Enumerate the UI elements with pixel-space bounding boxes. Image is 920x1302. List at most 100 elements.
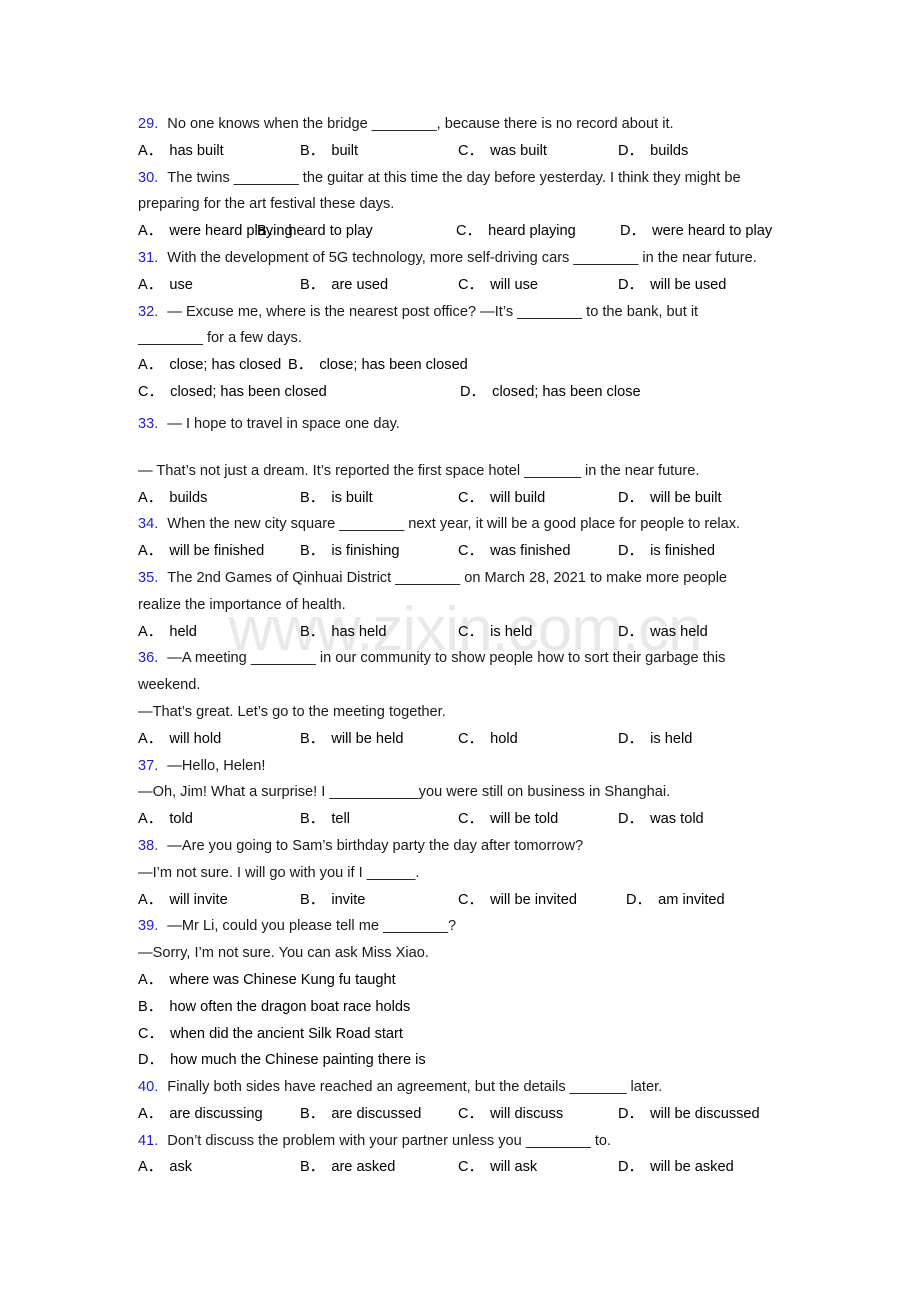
question-stem: 38. —Are you going to Sam’s birthday part… bbox=[138, 833, 798, 860]
option-a[interactable]: A． builds bbox=[138, 485, 207, 512]
question-stem-cont: realize the importance of health. bbox=[138, 596, 346, 613]
question-stem-cont2: —That’s great. Let’s go to the meeting t… bbox=[138, 703, 446, 720]
option-d[interactable]: D． am invited bbox=[626, 887, 725, 914]
option-c[interactable]: C． is held bbox=[458, 619, 532, 646]
options-row: C． when did the ancient Silk Road start bbox=[138, 1021, 798, 1048]
question-text: When the new city square ________ next y… bbox=[167, 516, 741, 533]
option-c[interactable]: C． will be told bbox=[458, 806, 558, 833]
question-stem-cont: — That’s not just a dream. It’s reported… bbox=[138, 462, 700, 479]
options-row: D． how much the Chinese painting there is bbox=[138, 1047, 798, 1074]
option-c[interactable]: C． will use bbox=[458, 272, 538, 299]
question-stem-cont: weekend. bbox=[138, 677, 201, 694]
question-text: With the development of 5G technology, m… bbox=[167, 249, 757, 266]
option-d[interactable]: D． will be asked bbox=[618, 1154, 734, 1181]
question-number: 35. bbox=[138, 569, 159, 586]
question-stem: 36. —A meeting ________ in our community … bbox=[138, 645, 798, 672]
option-d[interactable]: D． is held bbox=[618, 726, 692, 753]
option-d[interactable]: D． was held bbox=[618, 619, 708, 646]
question-stem-cont: —Oh, Jim! What a surprise! I ___________… bbox=[138, 784, 671, 801]
question-text: —Are you going to Sam’s birthday party t… bbox=[167, 837, 584, 854]
option-d[interactable]: D． was told bbox=[618, 806, 704, 833]
options-row: A． held B． has held C． is held D． was held bbox=[138, 619, 798, 646]
question-number: 39. bbox=[138, 918, 159, 935]
option-d[interactable]: D． will be discussed bbox=[618, 1101, 760, 1128]
question-number: 29. bbox=[138, 116, 159, 132]
option-a[interactable]: A． will invite bbox=[138, 887, 228, 914]
option-c[interactable]: C． will build bbox=[458, 485, 545, 512]
question-text: The twins ________ the guitar at this ti… bbox=[167, 169, 741, 186]
question-text: Don’t discuss the problem with your part… bbox=[167, 1132, 612, 1149]
option-a[interactable]: A． will hold bbox=[138, 726, 221, 753]
question-stem: 33. — I hope to travel in space one day. bbox=[138, 410, 798, 438]
option-d[interactable]: D． will be used bbox=[618, 272, 726, 299]
question-number: 32. bbox=[138, 303, 159, 320]
question-number: 37. bbox=[138, 757, 159, 774]
option-c[interactable]: C． will be invited bbox=[458, 887, 577, 914]
option-c[interactable]: C． will ask bbox=[458, 1154, 537, 1181]
question-text: — I hope to travel in space one day. bbox=[167, 415, 400, 432]
options-row: A． will be finished B． is finishing C． was … bbox=[138, 538, 798, 565]
options-row: B． how often the dragon boat race holds bbox=[138, 994, 798, 1021]
option-c[interactable]: C． will discuss bbox=[458, 1101, 563, 1128]
question-number: 30. bbox=[138, 169, 159, 186]
option-a[interactable]: A． held bbox=[138, 619, 197, 646]
question-stem: 41. Don’t discuss the problem with your p… bbox=[138, 1128, 798, 1155]
question-stem-cont: —I’m not sure. I will go with you if I _… bbox=[138, 864, 420, 881]
question-stem: 29. No one knows when the bridge ________… bbox=[138, 111, 798, 138]
option-d[interactable]: D． is finished bbox=[618, 538, 715, 565]
options-row: A． has built B． built C． was built D． builds bbox=[138, 138, 798, 165]
option-b[interactable]: B． are used bbox=[300, 272, 388, 299]
option-b[interactable]: B． how often the dragon boat race holds bbox=[138, 994, 410, 1021]
option-d[interactable]: D． how much the Chinese painting there is bbox=[138, 1047, 426, 1074]
options-row: A． use B． are used C． will use D． will be us… bbox=[138, 272, 798, 299]
option-d[interactable]: D． were heard to play bbox=[620, 218, 772, 245]
option-a[interactable]: A． are discussing bbox=[138, 1101, 263, 1128]
options-row: A． are discussing B． are discussed C． will … bbox=[138, 1101, 798, 1128]
question-stem-cont: ________ for a few days. bbox=[138, 330, 302, 347]
options-row: A． will invite B． invite C． will be invited… bbox=[138, 887, 798, 914]
option-c[interactable]: C． was built bbox=[458, 138, 547, 165]
option-a[interactable]: A． told bbox=[138, 806, 193, 833]
option-c[interactable]: C． hold bbox=[458, 726, 518, 753]
question-stem: 37. —Hello, Helen! bbox=[138, 753, 798, 780]
question-number: 38. bbox=[138, 837, 159, 854]
option-b[interactable]: B． built bbox=[300, 138, 358, 165]
options-row: A． where was Chinese Kung fu taught bbox=[138, 967, 798, 994]
option-b[interactable]: B． tell bbox=[300, 806, 350, 833]
options-row: A． were heard playing B． heard to play C． h… bbox=[138, 218, 798, 245]
question-text: No one knows when the bridge ________, b… bbox=[167, 116, 674, 132]
worksheet-page: www.zixin.com.cn 29. No one knows when th… bbox=[0, 0, 920, 1302]
option-b[interactable]: B． are discussed bbox=[300, 1101, 421, 1128]
options-row: A． will hold B． will be held C． hold D． is h… bbox=[138, 726, 798, 753]
option-a[interactable]: A． will be finished bbox=[138, 538, 264, 565]
option-c[interactable]: C． heard playing bbox=[456, 218, 576, 245]
question-text: —Hello, Helen! bbox=[167, 757, 266, 774]
option-c[interactable]: C． when did the ancient Silk Road start bbox=[138, 1021, 403, 1048]
option-b[interactable]: B． close; has been closed bbox=[288, 352, 468, 379]
option-c[interactable]: C． was finished bbox=[458, 538, 570, 565]
option-a[interactable]: A． where was Chinese Kung fu taught bbox=[138, 967, 396, 994]
question-stem-cont: —Sorry, I’m not sure. You can ask Miss X… bbox=[138, 945, 429, 962]
question-stem-cont: preparing for the art festival these day… bbox=[138, 196, 395, 213]
option-b[interactable]: B． will be held bbox=[300, 726, 404, 753]
option-a[interactable]: A． close; has closed bbox=[138, 352, 281, 379]
options-row: C． closed; has been closed D． closed; has … bbox=[138, 379, 798, 406]
option-d[interactable]: D． will be built bbox=[618, 485, 722, 512]
option-a[interactable]: A． has built bbox=[138, 138, 224, 165]
option-d[interactable]: D． builds bbox=[618, 138, 688, 165]
option-b[interactable]: B． are asked bbox=[300, 1154, 395, 1181]
option-b[interactable]: B． invite bbox=[300, 887, 365, 914]
question-text: — Excuse me, where is the nearest post o… bbox=[167, 303, 699, 320]
option-d[interactable]: D． closed; has been close bbox=[460, 379, 641, 406]
option-c[interactable]: C． closed; has been closed bbox=[138, 379, 327, 406]
option-b[interactable]: B． heard to play bbox=[257, 218, 373, 245]
option-a[interactable]: A． use bbox=[138, 272, 193, 299]
question-stem: 40. Finally both sides have reached an ag… bbox=[138, 1074, 798, 1101]
question-stem: 34. When the new city square ________ nex… bbox=[138, 511, 798, 538]
option-b[interactable]: B． is finishing bbox=[300, 538, 399, 565]
options-row: A． told B． tell C． will be told D． was told bbox=[138, 806, 798, 833]
question-number: 34. bbox=[138, 516, 159, 533]
option-a[interactable]: A． ask bbox=[138, 1154, 192, 1181]
option-b[interactable]: B． is built bbox=[300, 485, 373, 512]
option-b[interactable]: B． has held bbox=[300, 619, 387, 646]
